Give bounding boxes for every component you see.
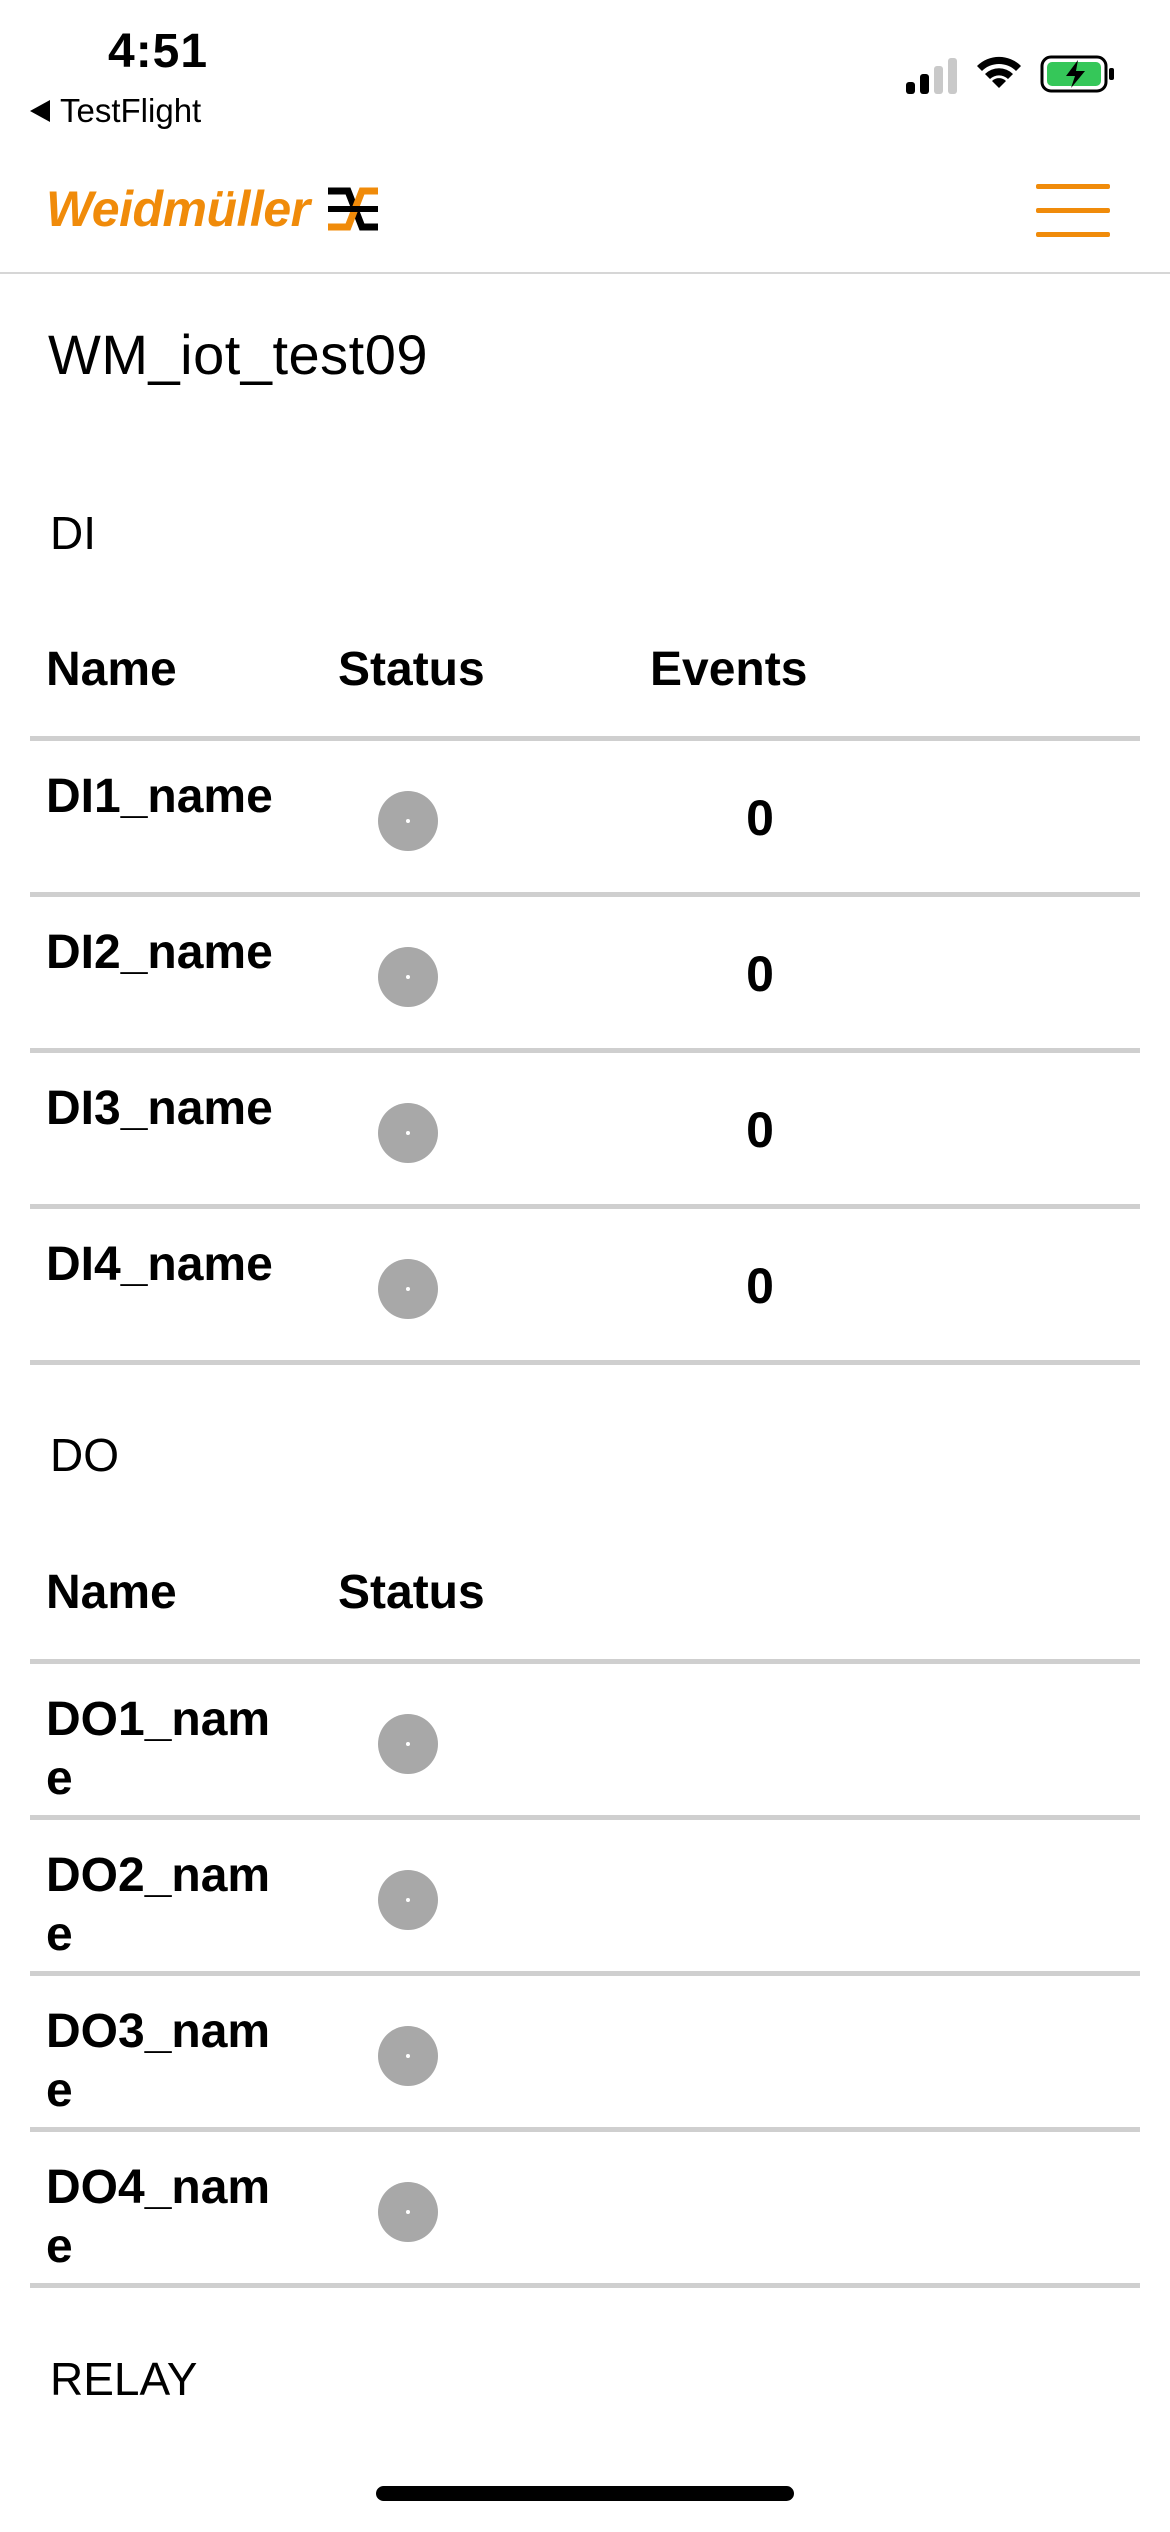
section-label-do: DO <box>50 1429 119 1481</box>
back-app-label: TestFlight <box>60 92 202 129</box>
table-row[interactable]: DO2_name <box>30 1820 1140 1976</box>
status-indicator-icon[interactable] <box>378 2026 438 2086</box>
menu-line-icon <box>1036 208 1110 213</box>
column-header-name: Name <box>46 643 177 696</box>
status-indicator-icon <box>378 947 438 1007</box>
table-row[interactable]: DI1_name 0 <box>30 741 1140 897</box>
status-indicator-icon <box>378 1103 438 1163</box>
status-indicator-icon[interactable] <box>378 1870 438 1930</box>
brand-logo: Weidmüller <box>46 180 382 238</box>
row-name: DO4_name <box>46 2161 271 2273</box>
status-indicator-icon[interactable] <box>378 2182 438 2242</box>
back-to-app-link[interactable]: TestFlight <box>30 92 201 130</box>
row-events: 0 <box>746 1258 774 1314</box>
di-table-header: Name Status Events <box>30 612 1140 741</box>
row-name: DO2_name <box>46 1849 271 1961</box>
column-header-events: Events <box>650 643 808 696</box>
do-table-header: Name Status <box>30 1535 1140 1664</box>
status-indicator-icon <box>378 1259 438 1319</box>
hamburger-menu-button[interactable] <box>1036 180 1112 240</box>
row-name: DI4_name <box>46 1238 273 1291</box>
table-row[interactable]: DI3_name 0 <box>30 1053 1140 1209</box>
di-table: Name Status Events DI1_name 0 DI2_name 0… <box>30 612 1140 1365</box>
status-time: 4:51 <box>108 25 209 78</box>
status-indicator-icon[interactable] <box>378 1714 438 1774</box>
battery-charging-icon <box>1040 55 1114 93</box>
row-name: DI2_name <box>46 926 273 979</box>
row-events: 0 <box>746 1102 774 1158</box>
section-label-di: DI <box>50 507 96 559</box>
brand-mark-icon <box>327 187 378 231</box>
do-table: Name Status DO1_name DO2_name DO3_name D… <box>30 1535 1140 2288</box>
table-row[interactable]: DI2_name 0 <box>30 897 1140 1053</box>
back-arrow-icon <box>30 100 50 122</box>
column-header-status: Status <box>338 1566 485 1619</box>
table-row[interactable]: DO1_name <box>30 1664 1140 1820</box>
row-name: DI3_name <box>46 1082 273 1135</box>
row-name: DO1_name <box>46 1693 271 1805</box>
column-header-status: Status <box>338 643 485 696</box>
device-title: WM_iot_test09 <box>48 323 428 386</box>
menu-line-icon <box>1036 184 1110 189</box>
wifi-icon <box>977 56 1021 88</box>
home-indicator[interactable] <box>376 2486 794 2501</box>
row-events: 0 <box>746 946 774 1002</box>
status-bar: 4:51 TestFlight <box>0 0 1170 150</box>
row-name: DO3_name <box>46 2005 271 2117</box>
row-events: 0 <box>746 790 774 846</box>
column-header-name: Name <box>46 1566 177 1619</box>
section-label-relay: RELAY <box>50 2353 198 2405</box>
row-name: DI1_name <box>46 770 273 823</box>
menu-line-icon <box>1036 232 1110 237</box>
status-indicator-icon <box>378 791 438 851</box>
app-header: Weidmüller <box>0 150 1170 274</box>
brand-name: Weidmüller <box>46 181 310 237</box>
table-row[interactable]: DO4_name <box>30 2132 1140 2288</box>
table-row[interactable]: DO3_name <box>30 1976 1140 2132</box>
table-row[interactable]: DI4_name 0 <box>30 1209 1140 1365</box>
cellular-signal-icon <box>906 54 960 94</box>
